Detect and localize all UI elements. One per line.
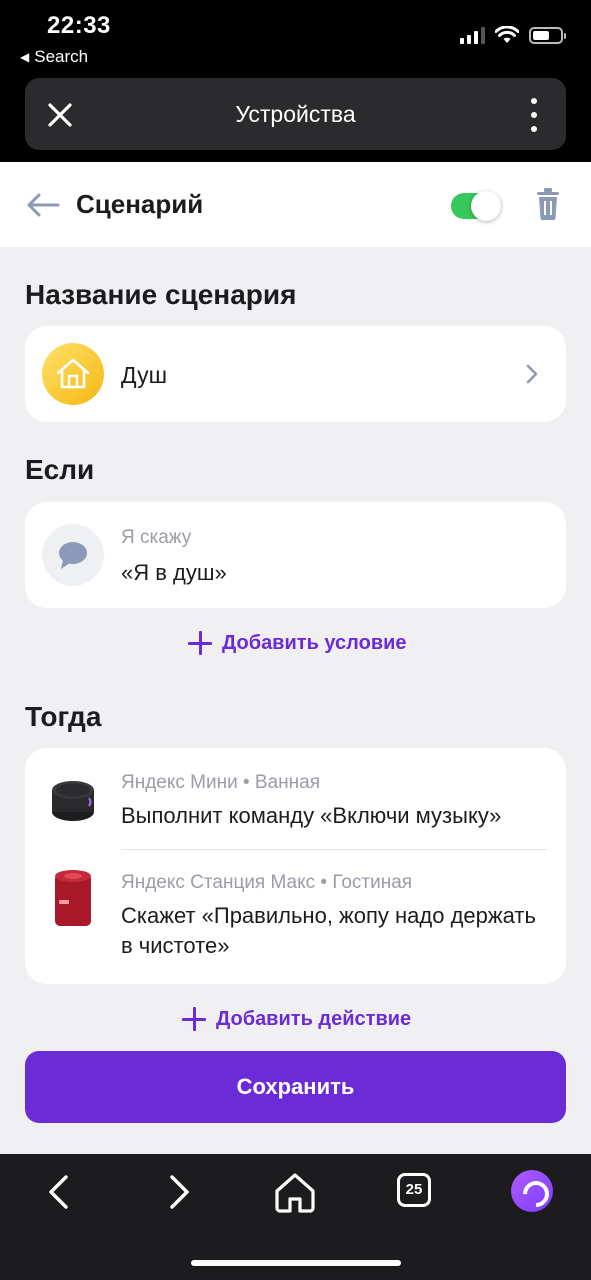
home-icon[interactable] [273,1170,317,1214]
condition-label: Я скажу [121,527,192,548]
browser-header: Устройства [0,70,591,162]
action-text: Скажет «Правильно, жопу надо держать в ч… [121,903,536,958]
browser-bottom-bar: 25 [0,1154,591,1280]
chevron-right-icon [526,364,538,384]
yandex-mini-speaker-icon [52,781,94,821]
action-device: Яндекс Мини • Ванная [121,772,321,793]
browser-title: Устройства [235,101,356,127]
add-action-label: Добавить действие [216,1007,412,1030]
add-condition-label: Добавить условие [222,631,407,654]
scenario-name: Душ [121,362,168,388]
page-title: Сценарий [76,189,204,219]
cellular-signal-icon [460,26,485,44]
condition-card[interactable]: Я скажу «Я в душ» [25,502,566,608]
back-triangle-icon: ◀ [20,50,30,64]
action-device: Яндекс Станция Макс • Гостиная [121,872,413,893]
tabs-count-button[interactable]: 25 [397,1173,431,1207]
battery-icon [529,26,566,44]
more-menu-icon[interactable] [530,98,538,132]
action-text: Выполнит команду «Включи музыку» [121,803,502,828]
status-bar: 22:33 ◀ Search [0,0,591,70]
section-heading-then: Тогда [25,701,102,732]
alice-assistant-icon[interactable] [511,1170,553,1212]
browser-back-icon[interactable] [38,1170,82,1214]
status-time: 22:33 [47,12,111,39]
back-arrow-icon[interactable] [26,192,60,218]
page-header: Сценарий [0,162,591,247]
trash-icon[interactable] [535,188,561,220]
browser-forward-icon[interactable] [156,1170,200,1214]
condition-phrase: «Я в душ» [121,560,227,585]
add-action-button[interactable]: Добавить действие [182,1007,411,1031]
actions-card: Яндекс Мини • Ванная Выполнит команду «В… [25,748,566,984]
plus-icon [182,1007,206,1031]
back-to-app[interactable]: ◀ Search [20,47,88,67]
home-indicator [191,1260,401,1266]
scenario-enabled-toggle[interactable] [451,191,501,221]
house-icon [42,343,104,405]
section-heading-name: Название сценария [25,279,297,310]
status-icons [460,26,566,44]
yandex-station-max-speaker-icon [55,870,91,926]
scenario-name-card[interactable]: Душ [25,326,566,422]
speech-bubble-icon [42,524,104,586]
save-button[interactable]: Сохранить [25,1051,566,1123]
back-app-label: Search [34,47,89,66]
divider [121,849,548,850]
plus-icon [188,631,212,655]
section-heading-if: Если [25,454,95,485]
wifi-icon [495,26,519,43]
browser-title-bar: Устройства [25,78,566,150]
add-condition-button[interactable]: Добавить условие [188,631,407,655]
scenario-page: Сценарий Название сценария Душ Если Я ск… [0,162,591,1154]
